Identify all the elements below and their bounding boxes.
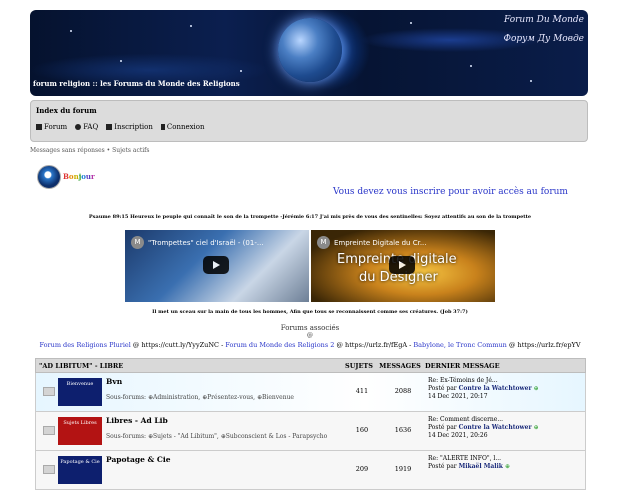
job-verse: Il met un sceau sur la main de tous les … xyxy=(152,309,468,315)
category-title[interactable]: "AD LIBITUM" - LIBRE xyxy=(36,362,339,370)
banner-star xyxy=(470,65,472,67)
nav-label: Forum xyxy=(44,123,68,131)
banner-star xyxy=(410,22,412,24)
nav-label: Connexion xyxy=(166,123,205,131)
last-post: Re: Comment discerne... Posté par Contre… xyxy=(424,412,585,450)
greeting-letter: r xyxy=(91,172,95,181)
forum-status-icon xyxy=(36,451,58,489)
last-post: Re: Ex-Témoins de Jé... Posté par Contre… xyxy=(424,373,585,411)
forum-status-icon xyxy=(36,412,58,450)
last-post-title[interactable]: Re: Ex-Témoins de Jé... xyxy=(428,377,585,385)
post-count: 1919 xyxy=(394,465,412,473)
psalm-verse: Psaume 89:15 Heureux le peuple qui conna… xyxy=(88,214,532,220)
goto-icon[interactable]: ⊕ xyxy=(534,424,539,431)
last-post: Re: "ALERTE INFO", l... Posté par Mikaël… xyxy=(424,451,585,489)
forum-thumbnail[interactable]: Sujets Libres xyxy=(58,417,102,445)
last-post-date: 14 Dec 2021, 20:26 xyxy=(428,432,488,439)
bonjour-greeting: Bonjour xyxy=(63,172,95,181)
home-icon xyxy=(36,124,42,130)
banner-star xyxy=(70,30,72,32)
forum-table: "AD LIBITUM" - LIBRE SUJETS MESSAGES DER… xyxy=(35,358,586,490)
posted-by: Posté par xyxy=(428,385,459,392)
nav-connexion[interactable]: Connexion xyxy=(160,123,205,131)
help-icon xyxy=(75,124,82,130)
partner-links: Forum des Religions Pluriel @ https://cu… xyxy=(0,341,620,349)
forum-banner[interactable]: Forum Du Monde Форум Ду Мовде forum reli… xyxy=(30,10,588,96)
forum-thumbnail[interactable]: Papotage & Cie xyxy=(58,456,102,484)
forum-status-icon xyxy=(36,373,58,411)
avatar xyxy=(37,165,61,189)
table-header: "AD LIBITUM" - LIBRE SUJETS MESSAGES DER… xyxy=(35,358,586,373)
column-sujets: SUJETS xyxy=(345,361,373,370)
associated-title: Forums associés xyxy=(280,324,340,332)
posted-by: Posté par xyxy=(428,424,459,431)
partner-url: @ https://cutt.ly/YyyZuNC - xyxy=(130,341,226,349)
register-icon xyxy=(106,124,113,130)
subforums[interactable]: Sous-forums: ⊕Administration, ⊕Présentez… xyxy=(106,394,342,401)
partner-link-1[interactable]: Forum des Religions Pluriel xyxy=(39,341,130,349)
banner-star xyxy=(190,25,192,27)
video-embed-trompettes[interactable]: M "Trompettes" ciel d'Israël - (01-... xyxy=(125,230,309,302)
last-post-title[interactable]: Re: Comment discerne... xyxy=(428,416,585,424)
register-notice[interactable]: Vous devez vous inscrire pour avoir accè… xyxy=(333,187,568,197)
table-row: Papotage & Cie Papotage & Cie 209 1919 R… xyxy=(35,451,586,490)
banner-title: Forum Du Monde xyxy=(503,15,584,25)
nav-forum[interactable]: Forum xyxy=(36,123,67,131)
last-post-title[interactable]: Re: "ALERTE INFO", l... xyxy=(428,455,585,463)
quick-links[interactable]: Messages sans réponses • Sujets actifs xyxy=(30,147,149,154)
video-title: Empreinte Digitale du Cr... xyxy=(334,239,427,247)
subforums[interactable]: Sous-forums: ⊕Sujets - "Ad Libitum", ⊕Su… xyxy=(106,433,342,440)
index-link[interactable]: Index du forum xyxy=(31,101,587,115)
associated-forums: Forums associés @ xyxy=(0,324,620,339)
video-title: "Trompettes" ciel d'Israël - (01-... xyxy=(148,239,264,247)
topic-count: 160 xyxy=(355,426,369,434)
login-icon xyxy=(160,124,165,130)
author-link[interactable]: Contre la Watchtower xyxy=(459,424,532,431)
nav-bar: Index du forum Forum FAQ Inscription Con… xyxy=(30,100,588,142)
forum-name[interactable]: Papotage & Cie xyxy=(106,455,342,464)
partner-link-2[interactable]: Forum du Monde des Religions 2 xyxy=(225,341,334,349)
topic-count: 411 xyxy=(355,387,369,395)
channel-avatar: M xyxy=(131,236,144,249)
forum-thumbnail[interactable]: Bienvenue xyxy=(58,378,102,406)
video-embed-empreinte[interactable]: M Empreinte Digitale du Cr... Empreinte … xyxy=(311,230,495,302)
partner-url: @ https://urlz.fr/fEgA - xyxy=(334,341,414,349)
banner-title-cyrillic: Форум Ду Мовде xyxy=(503,34,585,44)
last-post-date: 14 Dec 2021, 20:17 xyxy=(428,393,488,400)
author-link[interactable]: Mikaël Malik xyxy=(459,463,503,470)
author-link[interactable]: Contre la Watchtower xyxy=(459,385,532,392)
at-sign: @ xyxy=(307,332,313,339)
column-messages: MESSAGES xyxy=(379,361,421,370)
banner-star xyxy=(240,70,242,72)
nav-label: Inscription xyxy=(114,123,153,131)
channel-avatar: M xyxy=(317,236,330,249)
partner-link-3[interactable]: Babylone, le Tronc Commun xyxy=(413,341,506,349)
banner-caption: forum religion :: les Forums du Monde de… xyxy=(33,79,240,88)
post-count: 1636 xyxy=(394,426,412,434)
forum-name[interactable]: Bvn xyxy=(106,377,342,386)
nav-inscription[interactable]: Inscription xyxy=(106,123,153,131)
nav-faq[interactable]: FAQ xyxy=(75,123,98,131)
partner-url: @ https://urlz.fr/epYV xyxy=(506,341,581,349)
posted-by: Posté par xyxy=(428,463,459,470)
column-last-message: DERNIER MESSAGE xyxy=(425,361,500,370)
goto-icon[interactable]: ⊕ xyxy=(505,463,510,470)
banner-star xyxy=(120,60,122,62)
table-row: Sujets Libres Libres - Ad Lib Sous-forum… xyxy=(35,412,586,451)
play-icon[interactable] xyxy=(203,256,229,274)
post-count: 2088 xyxy=(394,387,412,395)
topic-count: 209 xyxy=(355,465,369,473)
nav-label: FAQ xyxy=(83,123,99,131)
goto-icon[interactable]: ⊕ xyxy=(534,385,539,392)
table-row: Bienvenue Bvn Sous-forums: ⊕Administrati… xyxy=(35,373,586,412)
play-icon[interactable] xyxy=(389,256,415,274)
forum-name[interactable]: Libres - Ad Lib xyxy=(106,416,342,425)
banner-star xyxy=(530,80,532,82)
globe-image xyxy=(278,18,342,82)
